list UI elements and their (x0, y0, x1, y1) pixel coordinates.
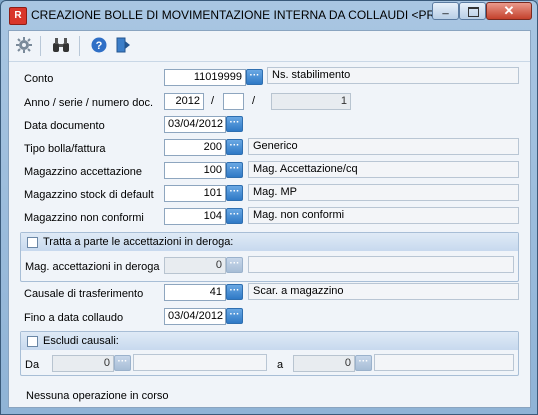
mag-non-conformi-label: Magazzino non conformi (24, 212, 144, 224)
causale-lookup-button[interactable]: ··· (226, 284, 243, 300)
tipo-bolla-input[interactable]: 200 (164, 139, 226, 156)
mag-accettazione-input[interactable]: 100 (164, 162, 226, 179)
escludi-group-header: Escludi causali: (21, 332, 518, 350)
anno-label: Anno / serie / numero doc. (24, 97, 154, 109)
escludi-group-label[interactable]: Escludi causali: (43, 335, 119, 347)
calendar-button[interactable]: ··· (226, 116, 243, 132)
mag-deroga-lookup-button[interactable]: ··· (226, 257, 243, 273)
conto-input[interactable]: 11019999 (164, 69, 246, 86)
a-input[interactable]: 0 (293, 355, 355, 372)
deroga-group: Tratta a parte le accettazioni in deroga… (20, 232, 519, 282)
fino-data-label: Fino a data collaudo (24, 312, 124, 324)
minimize-button[interactable]: _ (432, 2, 459, 20)
conto-lookup-button[interactable]: ··· (246, 69, 263, 85)
serie-slash: / (252, 95, 256, 107)
data-documento-input[interactable]: 03/04/2012 (164, 116, 226, 133)
deroga-checkbox[interactable] (27, 237, 38, 248)
svg-text:?: ? (96, 40, 103, 52)
toolbar-separator (40, 36, 41, 56)
maximize-button[interactable] (459, 2, 486, 20)
help-icon[interactable]: ? (89, 37, 109, 55)
main-window: R CREAZIONE BOLLE DI MOVIMENTAZIONE INTE… (0, 0, 538, 415)
fino-data-input[interactable]: 03/04/2012 (164, 308, 226, 325)
mag-accettazione-description: Mag. Accettazione/cq (248, 161, 519, 178)
anno-input[interactable]: 2012 (164, 93, 204, 110)
causale-description: Scar. a magazzino (248, 283, 519, 300)
da-input[interactable]: 0 (52, 355, 114, 372)
anno-slash: / (211, 95, 215, 107)
fino-data-calendar-button[interactable]: ··· (226, 308, 243, 324)
maximize-icon (468, 7, 479, 17)
tipo-bolla-label: Tipo bolla/fattura (24, 143, 106, 155)
escludi-group: Escludi causali: Da 0 ··· a 0 ··· (20, 331, 519, 376)
mag-non-conformi-description: Mag. non conformi (248, 207, 519, 224)
conto-description: Ns. stabilimento (267, 67, 519, 84)
client-area: ? Conto 11019999 ··· Ns. stabilimento An… (8, 30, 531, 408)
mag-stock-lookup-button[interactable]: ··· (226, 185, 243, 201)
exit-icon[interactable] (113, 37, 133, 55)
tipo-bolla-lookup-button[interactable]: ··· (226, 139, 243, 155)
conto-label: Conto (24, 73, 54, 85)
gear-icon[interactable] (14, 37, 34, 55)
close-button[interactable]: ✕ (486, 2, 532, 20)
a-lookup-button[interactable]: ··· (355, 355, 372, 371)
app-icon[interactable]: R (9, 7, 27, 25)
deroga-group-header: Tratta a parte le accettazioni in deroga… (21, 233, 518, 251)
numero-input[interactable]: 1 (271, 93, 351, 110)
window-title: CREAZIONE BOLLE DI MOVIMENTAZIONE INTERN… (31, 8, 455, 22)
mag-non-conformi-lookup-button[interactable]: ··· (226, 208, 243, 224)
tipo-bolla-description: Generico (248, 138, 519, 155)
da-lookup-button[interactable]: ··· (114, 355, 131, 371)
mag-deroga-label: Mag. accettazioni in deroga (25, 261, 160, 273)
mag-deroga-input[interactable]: 0 (164, 257, 226, 274)
deroga-group-label[interactable]: Tratta a parte le accettazioni in deroga… (43, 236, 233, 248)
da-label: Da (25, 359, 40, 371)
toolbar-separator (79, 36, 80, 56)
a-description (374, 354, 514, 371)
data-documento-label: Data documento (24, 120, 105, 132)
a-label: a (277, 359, 284, 371)
escludi-checkbox[interactable] (27, 336, 38, 347)
title-bar[interactable]: R CREAZIONE BOLLE DI MOVIMENTAZIONE INTE… (1, 1, 537, 29)
status-bar-text: Nessuna operazione in corso (26, 390, 169, 402)
causale-input[interactable]: 41 (164, 284, 226, 301)
mag-accettazione-lookup-button[interactable]: ··· (226, 162, 243, 178)
binoculars-icon[interactable] (51, 37, 71, 55)
mag-accettazione-label: Magazzino accettazione (24, 166, 143, 178)
mag-stock-input[interactable]: 101 (164, 185, 226, 202)
mag-deroga-description (248, 256, 514, 273)
mag-stock-label: Magazzino stock di default (24, 189, 154, 201)
da-description (133, 354, 267, 371)
serie-input[interactable] (223, 93, 244, 110)
mag-non-conformi-input[interactable]: 104 (164, 208, 226, 225)
toolbar: ? (9, 31, 530, 62)
mag-stock-description: Mag. MP (248, 184, 519, 201)
causale-label: Causale di trasferimento (24, 288, 144, 300)
